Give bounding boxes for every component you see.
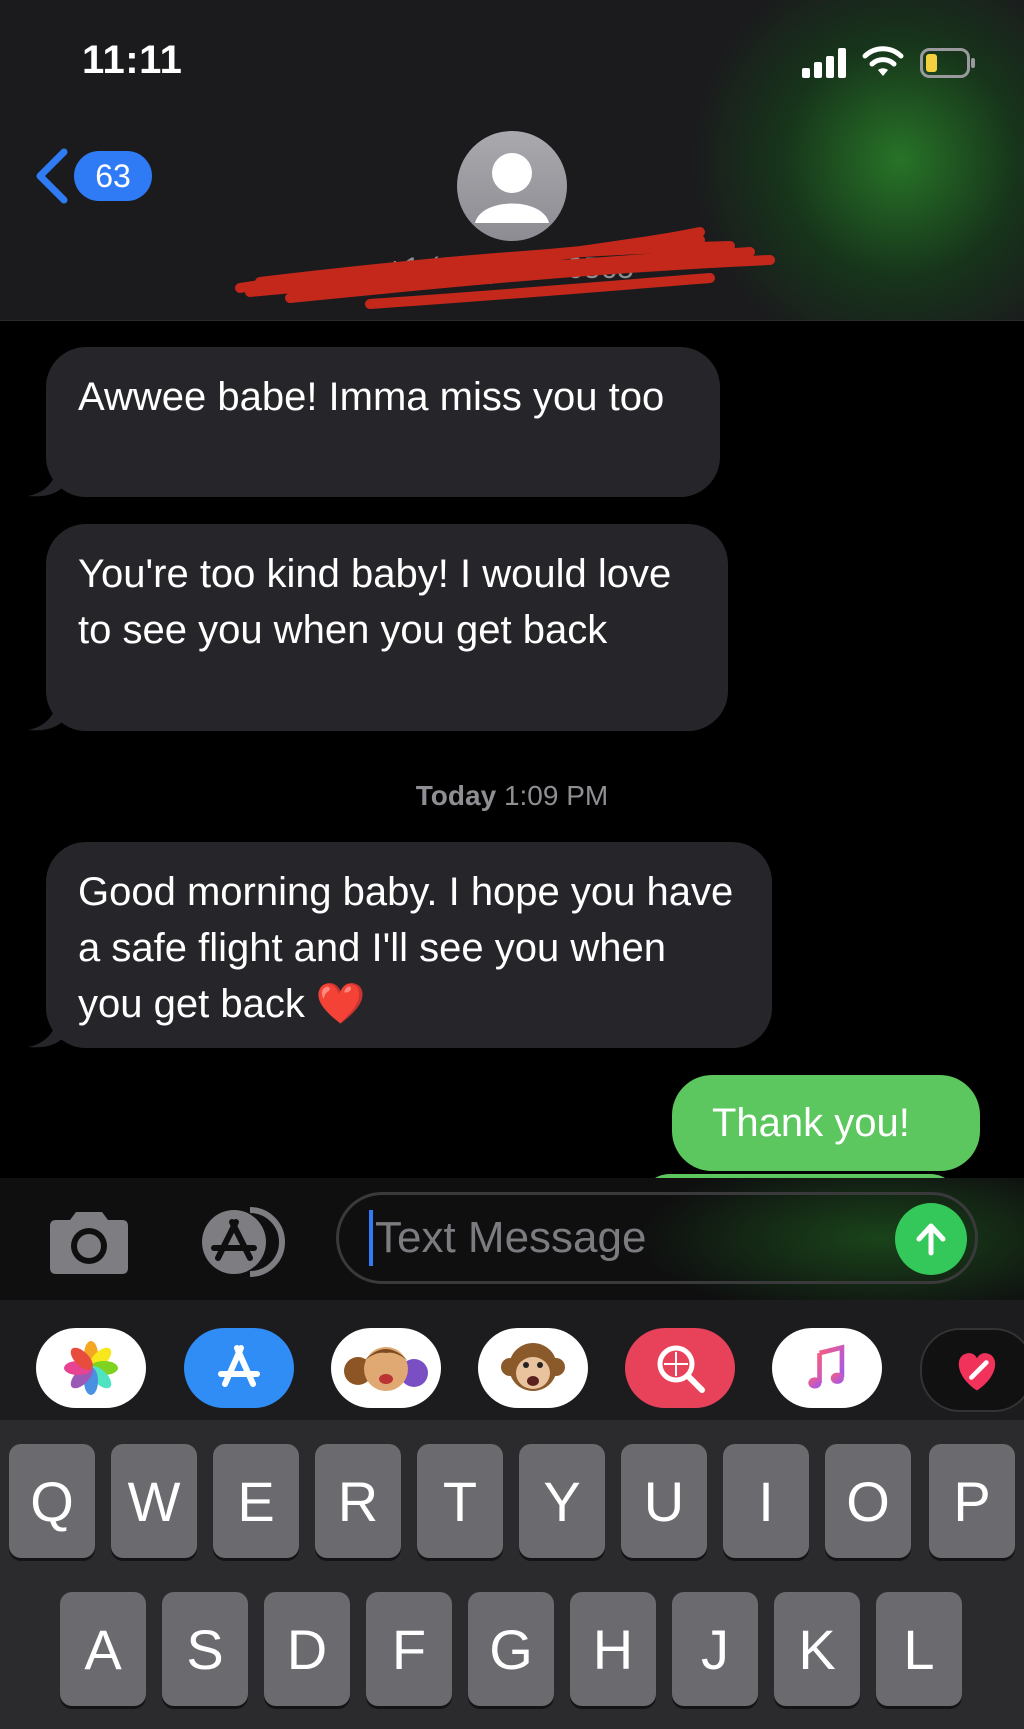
wifi-icon [862,46,904,76]
message-text: You're too kind baby! I would love to se… [78,552,672,652]
message-text: Good morning baby. I hope you have a saf… [78,870,734,1026]
key-u[interactable]: U [621,1444,707,1558]
camera-button[interactable] [46,1208,132,1276]
message-text: Awwee babe! Imma miss you too [78,375,665,419]
keyboard: Q W E R T Y U I O P A S D F G H J K L [0,1420,1024,1729]
key-g[interactable]: G [468,1592,554,1706]
cellular-signal-icon [802,48,850,78]
key-y[interactable]: Y [519,1444,605,1558]
key-i[interactable]: I [723,1444,809,1558]
search-images-icon[interactable] [625,1328,735,1408]
photos-app-icon[interactable] [36,1328,146,1408]
timestamp-day: Today [415,780,497,811]
arrow-up-icon [916,1223,946,1256]
redaction-scribble [235,227,775,309]
incoming-message[interactable]: You're too kind baby! I would love to se… [46,524,728,731]
message-placeholder: Text Message [375,1213,647,1262]
key-j[interactable]: J [672,1592,758,1706]
key-h[interactable]: H [570,1592,656,1706]
app-store-icon[interactable] [184,1328,294,1408]
back-button[interactable]: 63 [34,144,154,208]
message-timestamp: Today 1:09 PM [0,780,1024,812]
key-o[interactable]: O [825,1444,911,1558]
message-text: Thank you! [712,1101,910,1145]
animoji-monkey-icon[interactable] [478,1328,588,1408]
digital-touch-heart-icon[interactable] [920,1328,1024,1412]
message-composer: Text Message [0,1178,1024,1300]
outgoing-message[interactable]: Thank you! [672,1075,980,1171]
conversation-header: 11:11 63 +1 (905) 973-0565 [0,0,1024,321]
bubble-tail [28,458,68,497]
incoming-message[interactable]: Good morning baby. I hope you have a saf… [46,842,772,1048]
key-d[interactable]: D [264,1592,350,1706]
key-f[interactable]: F [366,1592,452,1706]
key-e[interactable]: E [213,1444,299,1558]
message-input[interactable]: Text Message [336,1192,978,1284]
timestamp-time: 1:09 PM [503,780,609,811]
bubble-tail [28,1009,68,1048]
status-time: 11:11 [82,38,183,82]
key-t[interactable]: T [417,1444,503,1558]
key-r[interactable]: R [315,1444,401,1558]
chevron-left-icon [36,148,68,204]
imessage-app-drawer [0,1300,1024,1420]
key-q[interactable]: Q [9,1444,95,1558]
battery-icon [920,48,975,78]
key-s[interactable]: S [162,1592,248,1706]
key-p[interactable]: P [929,1444,1015,1558]
key-w[interactable]: W [111,1444,197,1558]
bubble-tail [28,692,68,731]
key-k[interactable]: K [774,1592,860,1706]
send-button[interactable] [895,1203,967,1275]
app-store-button[interactable] [190,1206,290,1278]
unread-count-badge: 63 [74,151,152,201]
music-icon[interactable] [772,1328,882,1408]
key-l[interactable]: L [876,1592,962,1706]
memoji-icon[interactable] [331,1328,441,1408]
incoming-message[interactable]: Awwee babe! Imma miss you too [46,347,720,497]
text-cursor [369,1210,373,1266]
key-a[interactable]: A [60,1592,146,1706]
